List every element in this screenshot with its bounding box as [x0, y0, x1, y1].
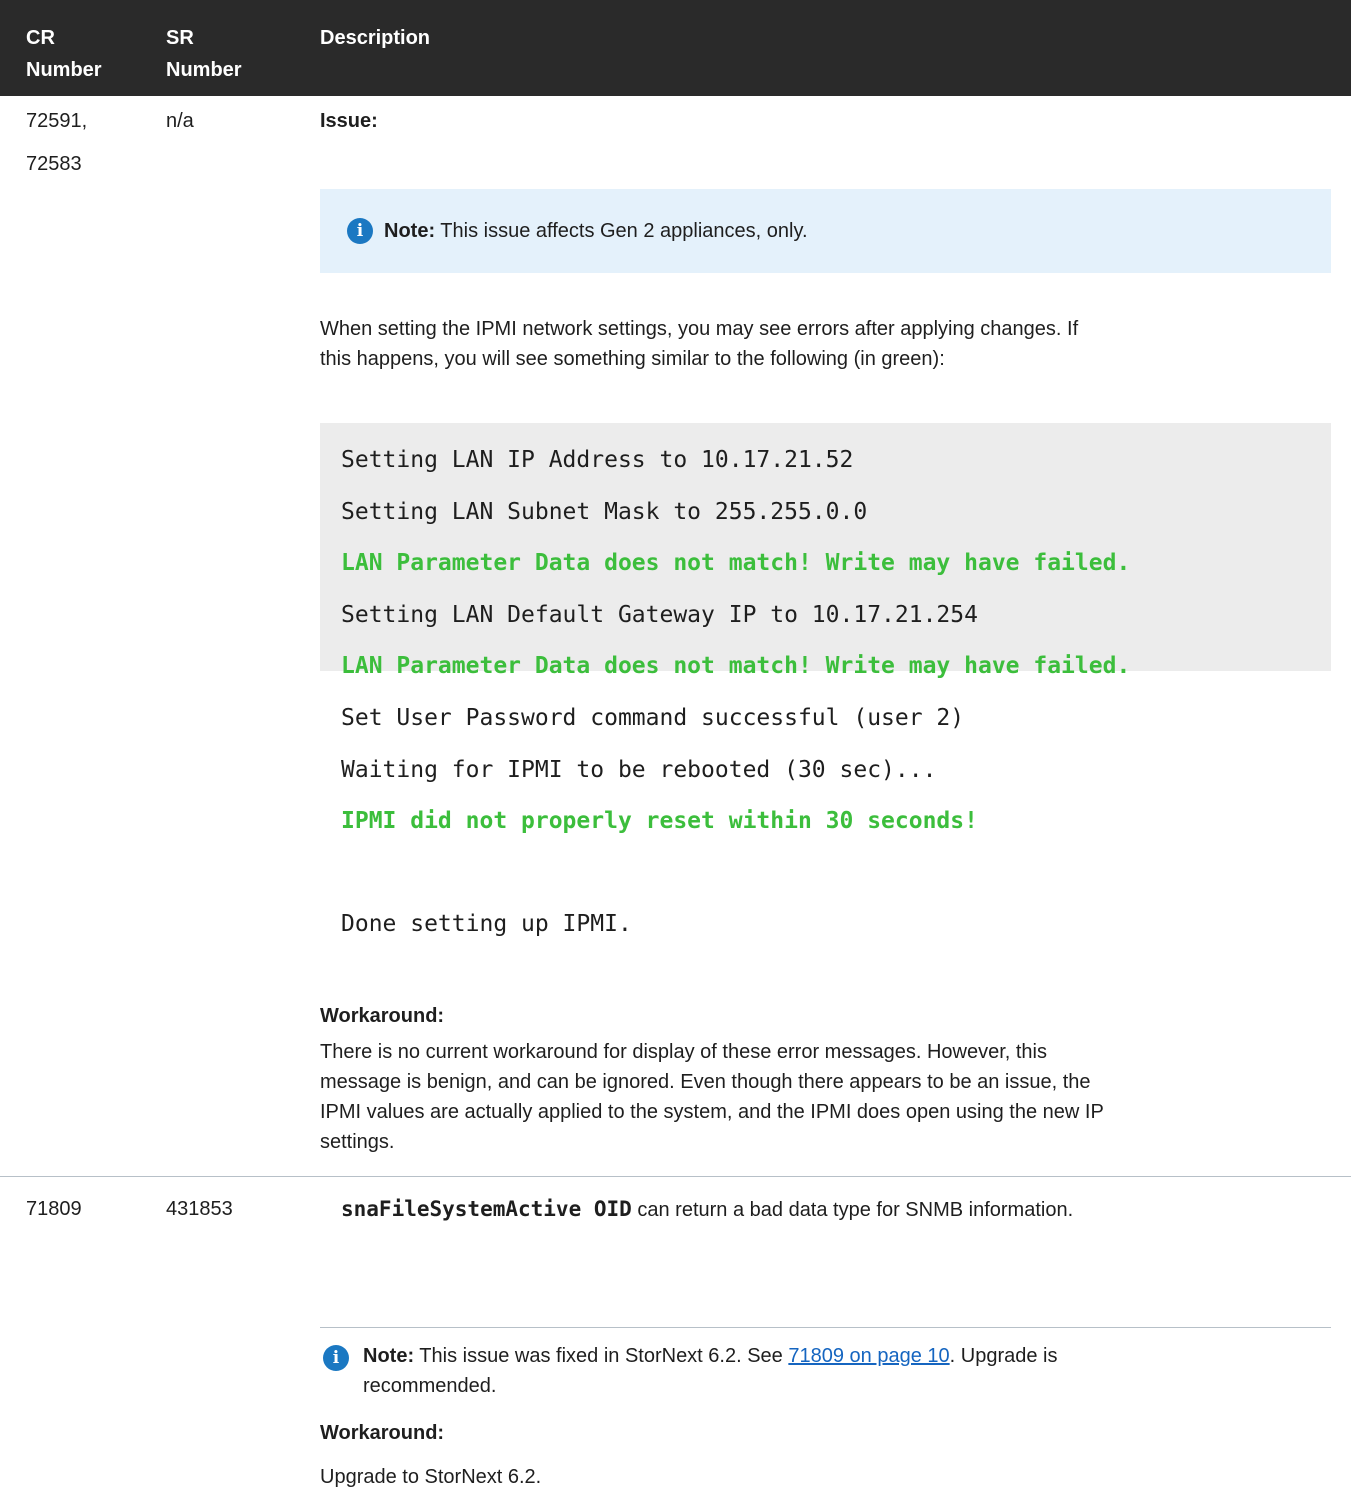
header-cr-line2: Number: [26, 59, 102, 81]
info-icon: i: [323, 1345, 349, 1371]
code-line: Set User Password command successful (us…: [341, 705, 965, 731]
row2-sr: 431853: [166, 1198, 233, 1220]
oid-code: snaFileSystemActive OID: [341, 1197, 632, 1221]
code-line-error: IPMI did not properly reset within 30 se…: [341, 808, 978, 834]
row1-workaround-line: There is no current workaround for displ…: [320, 1041, 1047, 1063]
code-line: Setting LAN IP Address to 10.17.21.52: [341, 447, 854, 473]
row-divider: [0, 1176, 1351, 1177]
code-line-error: LAN Parameter Data does not match! Write…: [341, 550, 1131, 576]
header-description: Description: [320, 27, 431, 49]
row2-workaround-text: Upgrade to StorNext 6.2.: [320, 1466, 542, 1488]
code-line-error: LAN Parameter Data does not match! Write…: [341, 653, 1131, 679]
info-icon: i: [347, 218, 373, 244]
row2-workaround-label: Workaround:: [320, 1422, 445, 1444]
row1-cr-line1: 72591,: [26, 110, 88, 132]
row1-workaround-line: settings.: [320, 1131, 395, 1153]
row1-paragraph-line1: When setting the IPMI network settings, …: [320, 318, 1079, 340]
row2-description-text: can return a bad data type for SNMB info…: [631, 1199, 1074, 1221]
page-link[interactable]: 71809 on page 10: [788, 1345, 949, 1367]
code-line: Setting LAN Default Gateway IP to 10.17.…: [341, 602, 978, 628]
row1-cr-line2: 72583: [26, 153, 82, 175]
header-cr-number: CR Number: [26, 22, 102, 86]
row1-note: Note: This issue affects Gen 2 appliance…: [384, 216, 808, 246]
code-line: Waiting for IPMI to be rebooted (30 sec)…: [341, 757, 937, 783]
row2-note-text-3: recommended.: [363, 1375, 497, 1397]
row2-note-label: Note:: [363, 1345, 415, 1367]
code-line: Done setting up IPMI.: [341, 911, 632, 937]
code-line: Setting LAN Subnet Mask to 255.255.0.0: [341, 499, 868, 525]
header-sr-line1: SR: [166, 27, 194, 49]
row1-workaround-line: message is benign, and can be ignored. E…: [320, 1071, 1091, 1093]
header-cr-line1: CR: [26, 27, 55, 49]
row2-note: Note: This issue was fixed in StorNext 6…: [363, 1341, 1057, 1371]
row1-workaround-label: Workaround:: [320, 1005, 445, 1027]
header-sr-number: SR Number: [166, 22, 242, 86]
row2-cr: 71809: [26, 1198, 82, 1220]
row1-paragraph-line2: this happens, you will see something sim…: [320, 348, 945, 370]
row1-note-text: This issue affects Gen 2 appliances, onl…: [435, 220, 808, 242]
row1-note-label: Note:: [384, 220, 436, 242]
header-sr-line2: Number: [166, 59, 242, 81]
row2-note-text: This issue was fixed in StorNext 6.2. Se…: [414, 1345, 789, 1367]
row1-workaround-line: IPMI values are actually applied to the …: [320, 1101, 1104, 1123]
row2-description: snaFileSystemActive OID can return a bad…: [341, 1194, 1073, 1225]
row2-note-text-2: . Upgrade is: [949, 1345, 1058, 1367]
row1-sr: n/a: [166, 110, 194, 132]
row1-issue-label: Issue:: [320, 110, 378, 132]
note-divider: [320, 1327, 1331, 1328]
